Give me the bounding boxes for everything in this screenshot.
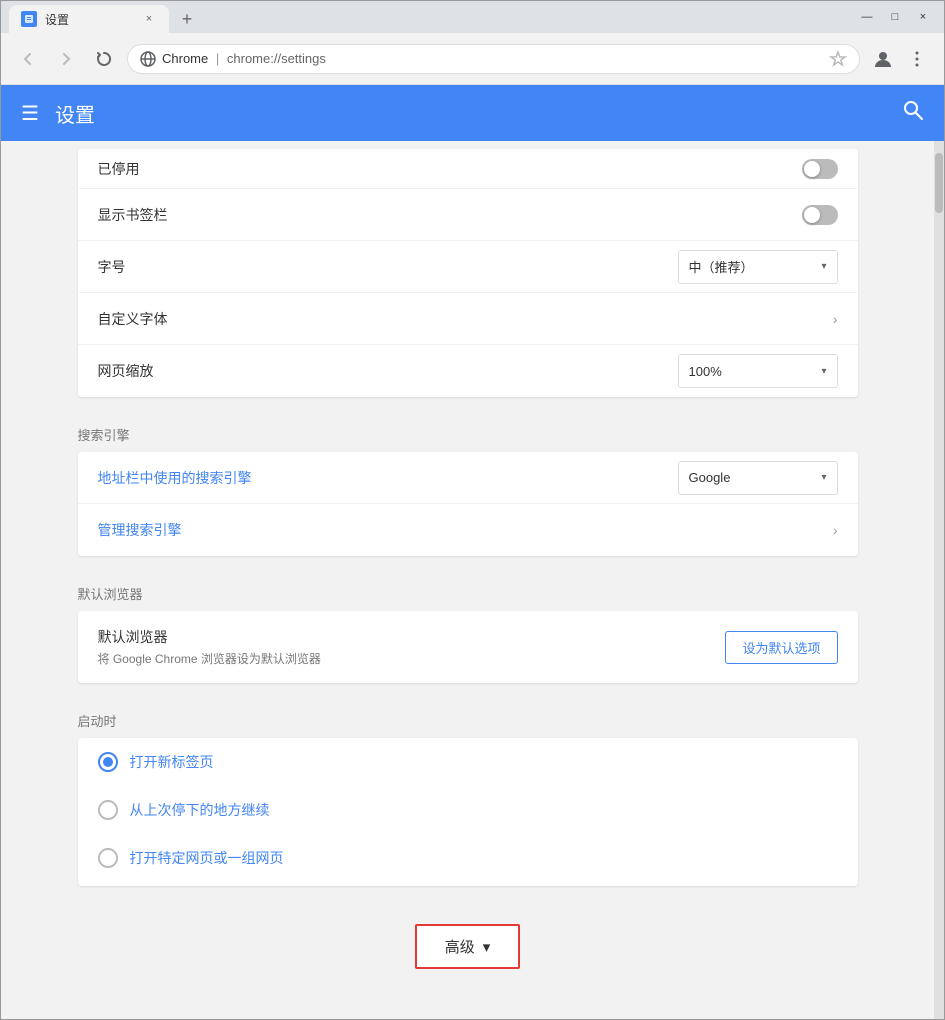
search-engine-card: 地址栏中使用的搜索引擎 Google ▾ 管理搜索引擎 › bbox=[78, 452, 858, 556]
custom-font-label: 自定义字体 bbox=[98, 309, 833, 329]
chevron-right-icon: › bbox=[833, 311, 838, 327]
tab-bar: 设置 × + bbox=[9, 1, 201, 33]
startup-option-3-label: 打开特定网页或一组网页 bbox=[130, 848, 284, 868]
content-area: 已停用 显示书签栏 字号 bbox=[1, 141, 944, 1019]
zoom-row: 网页缩放 100% ▾ bbox=[78, 345, 858, 397]
toggle-knob bbox=[804, 161, 820, 177]
dropdown-arrow-icon: ▾ bbox=[821, 366, 826, 377]
advanced-arrow-icon: ▾ bbox=[483, 938, 491, 956]
app-title: 设置 bbox=[55, 99, 902, 128]
advanced-button[interactable]: 高级 ▾ bbox=[415, 924, 521, 969]
search-engine-value: Google bbox=[689, 470, 814, 485]
settings-wrapper: 已停用 显示书签栏 字号 bbox=[58, 149, 878, 989]
account-icon[interactable] bbox=[868, 44, 898, 74]
startup-option-3[interactable]: 打开特定网页或一组网页 bbox=[78, 834, 858, 886]
disabled-label: 已停用 bbox=[98, 159, 802, 179]
forward-button[interactable] bbox=[51, 44, 81, 74]
tab-title: 设置 bbox=[45, 11, 133, 28]
maximize-button[interactable]: □ bbox=[882, 7, 908, 27]
new-tab-button[interactable]: + bbox=[173, 5, 201, 33]
dropdown-arrow-icon: ▾ bbox=[821, 472, 826, 483]
startup-option-1-label: 打开新标签页 bbox=[130, 752, 214, 772]
url-separator: | bbox=[216, 51, 219, 66]
star-icon[interactable] bbox=[829, 50, 847, 68]
custom-font-row[interactable]: 自定义字体 › bbox=[78, 293, 858, 345]
advanced-label: 高级 bbox=[445, 936, 475, 957]
fontsize-label: 字号 bbox=[98, 257, 678, 277]
fontsize-value: 中（推荐） bbox=[689, 257, 814, 276]
address-bar: Chrome | chrome://settings bbox=[1, 33, 944, 85]
startup-option-2-label: 从上次停下的地方继续 bbox=[130, 800, 270, 820]
fontsize-dropdown[interactable]: 中（推荐） ▾ bbox=[678, 250, 838, 284]
window-controls: — □ × bbox=[854, 7, 936, 27]
default-browser-subtitle: 将 Google Chrome 浏览器设为默认浏览器 bbox=[98, 650, 726, 667]
url-path: chrome://settings bbox=[227, 51, 326, 66]
minimize-button[interactable]: — bbox=[854, 7, 880, 27]
radio-inner bbox=[103, 757, 113, 767]
title-bar: 设置 × + — □ × bbox=[1, 1, 944, 33]
default-browser-title: 默认浏览器 bbox=[98, 627, 726, 647]
disabled-row: 已停用 bbox=[78, 149, 858, 189]
dropdown-arrow-icon: ▾ bbox=[821, 261, 826, 272]
search-engine-dropdown[interactable]: Google ▾ bbox=[678, 461, 838, 495]
bookmarks-toggle[interactable] bbox=[802, 205, 838, 225]
manage-search-row[interactable]: 管理搜索引擎 › bbox=[78, 504, 858, 556]
bookmarks-row: 显示书签栏 bbox=[78, 189, 858, 241]
search-engine-heading: 搜索引擎 bbox=[78, 405, 858, 452]
toggle-knob bbox=[804, 207, 820, 223]
window-frame: 设置 × + — □ × Chrome bbox=[0, 0, 945, 1020]
address-url: Chrome | chrome://settings bbox=[162, 51, 823, 66]
tab-close-btn[interactable]: × bbox=[141, 11, 157, 27]
radio-unselected bbox=[98, 800, 118, 820]
tab-favicon bbox=[21, 11, 37, 27]
chevron-right-icon: › bbox=[833, 522, 838, 538]
search-icon[interactable] bbox=[902, 99, 924, 127]
scroll-thumb[interactable] bbox=[935, 153, 943, 213]
main-content: 已停用 显示书签栏 字号 bbox=[1, 141, 934, 1019]
disabled-toggle[interactable] bbox=[802, 159, 838, 179]
zoom-dropdown[interactable]: 100% ▾ bbox=[678, 354, 838, 388]
close-button[interactable]: × bbox=[910, 7, 936, 27]
search-engine-label: 地址栏中使用的搜索引擎 bbox=[98, 468, 678, 488]
toolbar-icons bbox=[868, 44, 932, 74]
startup-card: 打开新标签页 从上次停下的地方继续 打开特定网页或一组网页 bbox=[78, 738, 858, 886]
radio-unselected bbox=[98, 848, 118, 868]
default-browser-card: 默认浏览器 将 Google Chrome 浏览器设为默认浏览器 设为默认选项 bbox=[78, 611, 858, 683]
default-browser-row: 默认浏览器 将 Google Chrome 浏览器设为默认浏览器 设为默认选项 bbox=[78, 611, 858, 683]
active-tab[interactable]: 设置 × bbox=[9, 5, 169, 33]
advanced-button-wrap: 高级 ▾ bbox=[78, 894, 858, 989]
menu-icon[interactable] bbox=[902, 44, 932, 74]
zoom-value: 100% bbox=[689, 364, 814, 379]
appearance-card: 已停用 显示书签栏 字号 bbox=[78, 149, 858, 397]
chrome-label: Chrome bbox=[162, 51, 208, 66]
app-header: ☰ 设置 bbox=[1, 85, 944, 141]
zoom-label: 网页缩放 bbox=[98, 361, 678, 381]
search-engine-row: 地址栏中使用的搜索引擎 Google ▾ bbox=[78, 452, 858, 504]
default-browser-info: 默认浏览器 将 Google Chrome 浏览器设为默认浏览器 bbox=[98, 627, 726, 667]
manage-search-label: 管理搜索引擎 bbox=[98, 520, 833, 540]
hamburger-icon[interactable]: ☰ bbox=[21, 101, 39, 126]
default-browser-heading: 默认浏览器 bbox=[78, 564, 858, 611]
startup-option-1[interactable]: 打开新标签页 bbox=[78, 738, 858, 786]
bookmarks-label: 显示书签栏 bbox=[98, 205, 802, 225]
radio-selected bbox=[98, 752, 118, 772]
fontsize-row: 字号 中（推荐） ▾ bbox=[78, 241, 858, 293]
startup-heading: 启动时 bbox=[78, 691, 858, 738]
scrollbar[interactable] bbox=[934, 141, 944, 1019]
set-default-button[interactable]: 设为默认选项 bbox=[725, 631, 837, 664]
reload-button[interactable] bbox=[89, 44, 119, 74]
address-input[interactable]: Chrome | chrome://settings bbox=[127, 44, 860, 74]
site-icon bbox=[140, 51, 156, 67]
startup-option-2[interactable]: 从上次停下的地方继续 bbox=[78, 786, 858, 834]
back-button[interactable] bbox=[13, 44, 43, 74]
